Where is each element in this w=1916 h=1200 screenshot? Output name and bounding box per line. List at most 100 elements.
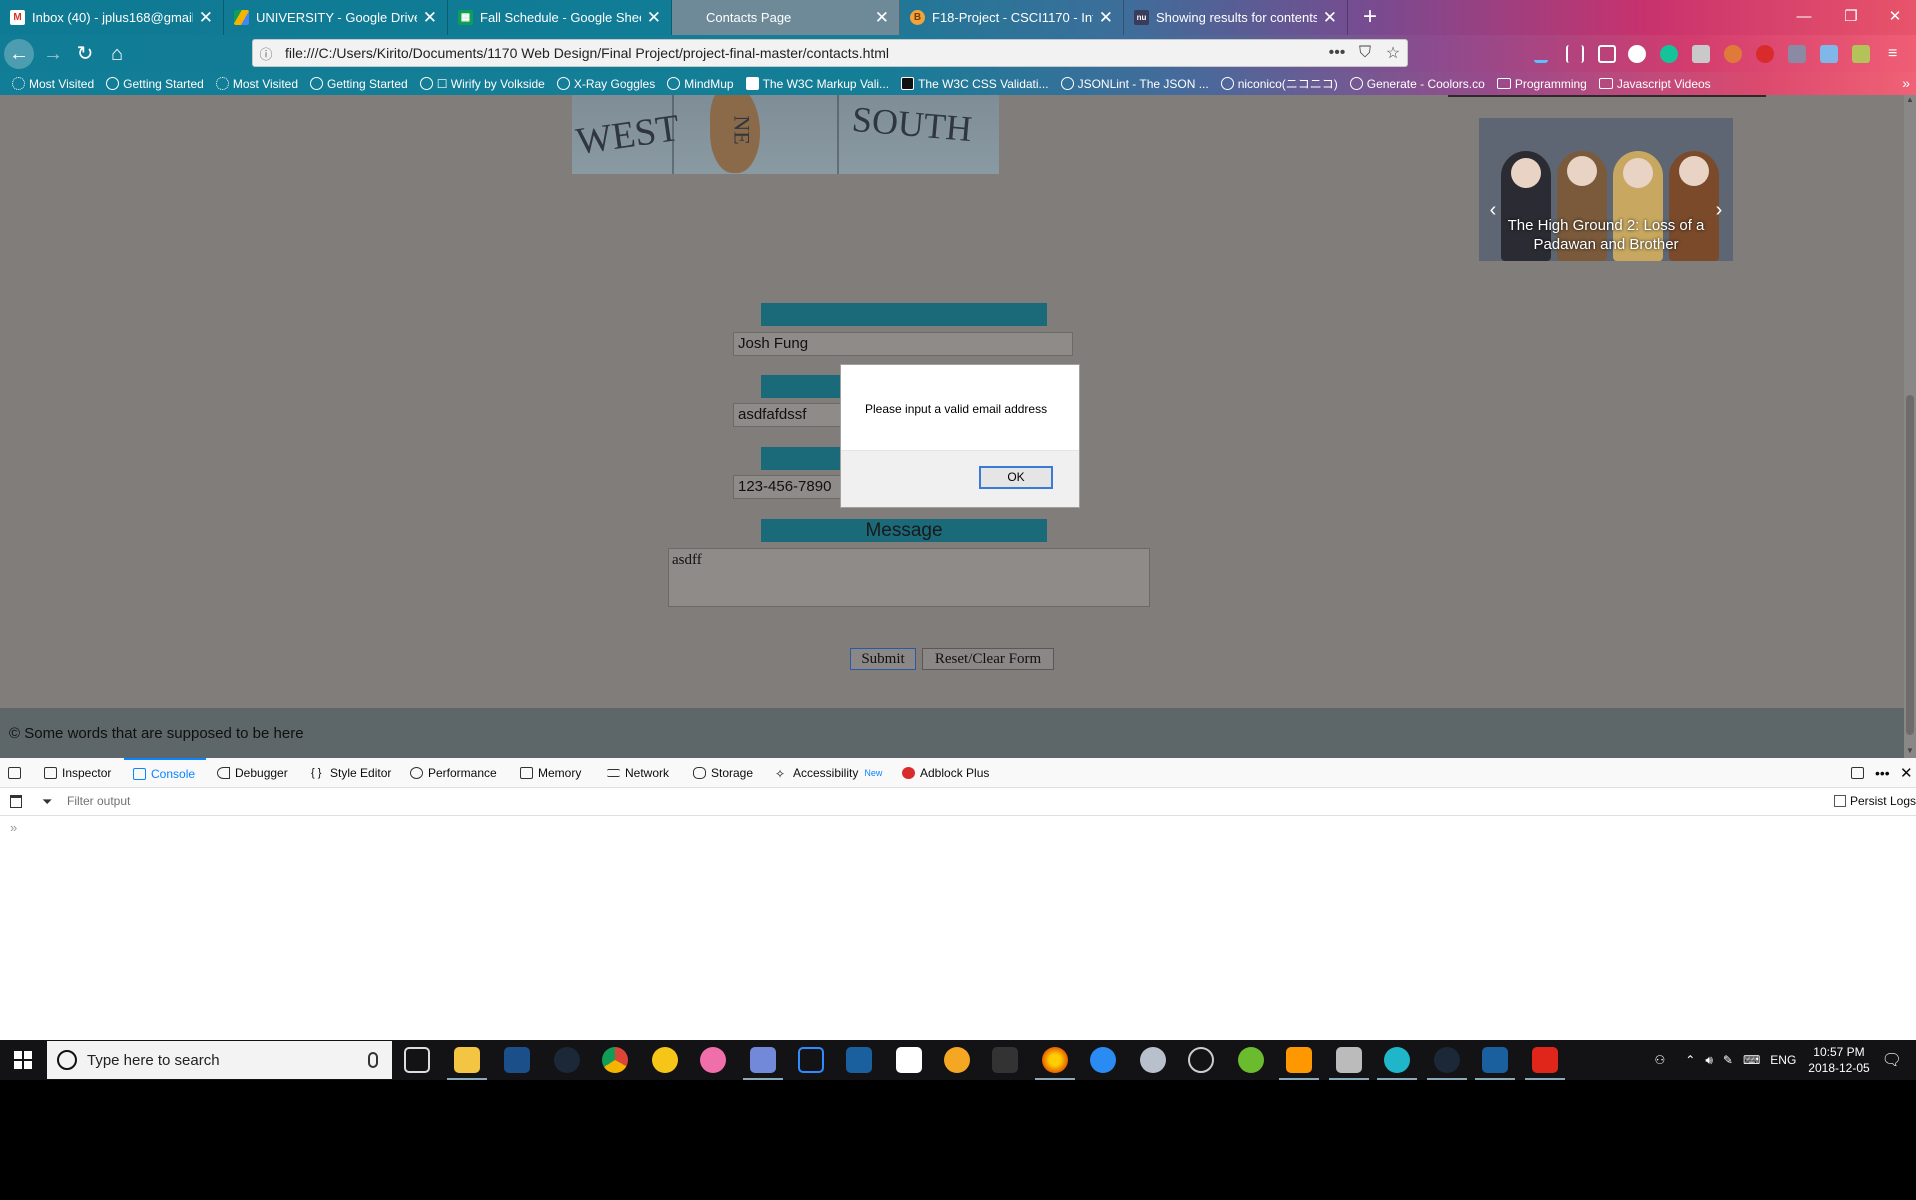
close-window-button[interactable]: ✕ — [1880, 5, 1910, 29]
extension-tool-icon[interactable] — [1852, 45, 1870, 63]
bookmark-item[interactable]: The W3C CSS Validati... — [901, 77, 1049, 91]
chat-app-icon[interactable] — [1377, 1047, 1417, 1080]
bookmark-item[interactable]: Most Visited — [12, 77, 94, 91]
devtools-tab-inspector[interactable]: Inspector — [44, 758, 111, 788]
close-tab-icon[interactable]: ✕ — [1323, 9, 1337, 26]
microphone-icon[interactable] — [368, 1052, 378, 1068]
keyboard-icon[interactable]: ⌨ — [1743, 1053, 1760, 1067]
visual-studio-running-icon[interactable] — [1475, 1047, 1515, 1080]
extension-dark-reader-icon[interactable] — [1628, 45, 1646, 63]
bookmark-item[interactable]: Generate - Coolors.co — [1349, 77, 1485, 91]
volume-icon[interactable]: 🔊︎ — [1705, 1053, 1713, 1068]
devtools-tab-accessibility[interactable]: ✧ Accessibility New — [775, 758, 882, 788]
bookmark-item[interactable]: The W3C Markup Vali... — [745, 77, 889, 91]
file-explorer-icon[interactable] — [447, 1047, 487, 1080]
bookmark-item[interactable]: Most Visited — [215, 77, 298, 91]
extension-grammarly-icon[interactable] — [1660, 45, 1678, 63]
books-app-icon[interactable] — [896, 1047, 922, 1073]
bookmark-item[interactable]: Getting Started — [310, 77, 408, 91]
devtools-tab-style-editor[interactable]: { } Style Editor — [311, 758, 391, 788]
bookmark-item[interactable]: JSONLint - The JSON ... — [1060, 77, 1209, 91]
tab-gmail[interactable]: M Inbox (40) - jplus168@gmail.co ✕ — [0, 0, 224, 35]
restore-button[interactable]: ❐ — [1836, 5, 1866, 29]
close-tab-icon[interactable]: ✕ — [199, 9, 213, 26]
clear-console-icon[interactable] — [10, 795, 22, 808]
reload-button[interactable]: ↻ — [70, 39, 100, 69]
devtools-more-button[interactable]: ••• — [1875, 758, 1890, 788]
chrome-icon[interactable] — [602, 1047, 628, 1073]
start-button[interactable] — [0, 1040, 46, 1080]
sublime-text-icon[interactable] — [1279, 1047, 1319, 1080]
adblock-plus-icon[interactable] — [1756, 45, 1774, 63]
notepad-icon[interactable] — [1329, 1047, 1369, 1080]
page-scrollbar[interactable]: ▲ ▼ — [1904, 95, 1916, 758]
input-language[interactable]: ENG — [1770, 1053, 1796, 1067]
minimize-button[interactable]: — — [1789, 5, 1819, 29]
image-carousel[interactable]: ‹ › The High Ground 2: Loss of a Padawan… — [1479, 118, 1733, 261]
devtools-tab-debugger[interactable]: Debugger — [217, 758, 288, 788]
close-tab-icon[interactable]: ✕ — [647, 9, 661, 26]
tab-bitbucket[interactable]: B F18-Project - CSCI1170 - Intro t ✕ — [900, 0, 1124, 35]
discord-icon[interactable] — [743, 1047, 783, 1080]
tab-google-sheets[interactable]: ▦ Fall Schedule - Google Sheets ✕ — [448, 0, 672, 35]
tab-contacts-page[interactable]: Contacts Page ✕ — [672, 0, 900, 35]
bookmark-folder[interactable]: Programming — [1496, 77, 1587, 91]
bookmark-item[interactable]: X-Ray Goggles — [556, 77, 655, 91]
uplay-icon[interactable] — [1090, 1047, 1116, 1073]
league-icon[interactable] — [504, 1047, 530, 1073]
devtools-tab-console[interactable]: Console — [124, 758, 206, 788]
scroll-up-icon[interactable]: ▲ — [1904, 95, 1916, 107]
forward-button[interactable]: → — [38, 39, 68, 69]
bookmark-item[interactable]: MindMup — [667, 77, 734, 91]
new-tab-button[interactable]: + — [1356, 3, 1384, 31]
ok-button[interactable]: OK — [979, 466, 1053, 489]
message-textarea[interactable]: asdff — [668, 548, 1150, 607]
library-icon[interactable] — [1566, 45, 1584, 63]
page-actions-button[interactable]: ••• — [1323, 44, 1351, 62]
scrollbar-thumb[interactable] — [1906, 395, 1914, 735]
devtools-tab-network[interactable]: Network — [607, 758, 669, 788]
tab-google-drive[interactable]: UNIVERSITY - Google Drive ✕ — [224, 0, 448, 35]
close-devtools-button[interactable]: ✕ — [1900, 758, 1913, 788]
vegas-icon[interactable] — [798, 1047, 824, 1073]
filter-output-input[interactable]: Filter output — [67, 794, 130, 808]
firefox-icon[interactable] — [1035, 1047, 1075, 1080]
sidebar-icon[interactable] — [1598, 45, 1616, 63]
acrobat-icon[interactable] — [1525, 1047, 1565, 1080]
bookmark-item[interactable]: ☐ Wirify by Volkside — [419, 77, 545, 91]
show-hidden-icons[interactable]: ⌃ — [1685, 1053, 1695, 1067]
obs-icon[interactable] — [1188, 1047, 1214, 1073]
devtools-tab-storage[interactable]: Storage — [693, 758, 753, 788]
reset-button[interactable]: Reset/Clear Form — [922, 648, 1054, 670]
bookmark-item[interactable]: niconico(ニコニコ) — [1220, 75, 1338, 92]
bookmarks-overflow-button[interactable]: » — [1902, 72, 1910, 95]
extension-blocker-icon[interactable] — [1724, 45, 1742, 63]
pen-icon[interactable]: ✎ — [1723, 1053, 1733, 1067]
extension-icon[interactable] — [1692, 45, 1710, 63]
downloads-icon[interactable] — [1534, 45, 1548, 63]
menu-icon[interactable]: ≡ — [1888, 45, 1906, 63]
site-info-icon[interactable]: ⓘ — [253, 44, 279, 63]
steam-running-icon[interactable] — [1427, 1047, 1467, 1080]
back-button[interactable]: ← — [4, 39, 34, 69]
close-tab-icon[interactable]: ✕ — [1099, 9, 1113, 26]
name-input[interactable]: Josh Fung — [733, 332, 1073, 356]
devtools-tab-adblock-plus[interactable]: Adblock Plus — [902, 758, 989, 788]
system-clock[interactable]: 10:57 PM 2018-12-05 — [1808, 1044, 1869, 1076]
pso2-icon[interactable] — [992, 1047, 1018, 1073]
visual-studio-icon[interactable] — [846, 1047, 872, 1073]
persist-logs-checkbox[interactable] — [1833, 795, 1846, 807]
devtools-tab-performance[interactable]: Performance — [410, 758, 497, 788]
bookmark-item[interactable]: Getting Started — [106, 77, 204, 91]
url-text[interactable]: file:///C:/Users/Kirito/Documents/1170 W… — [279, 45, 1323, 61]
norton-icon[interactable] — [652, 1047, 678, 1073]
bookmark-star-icon[interactable]: ☆ — [1379, 43, 1407, 63]
close-tab-icon[interactable]: ✕ — [423, 9, 437, 26]
tab-search-results[interactable]: nu Showing results for contents o ✕ — [1124, 0, 1348, 35]
bookmark-folder[interactable]: Javascript Videos — [1598, 77, 1711, 91]
task-view-icon[interactable] — [404, 1047, 430, 1073]
extension-puzzle-icon[interactable] — [1788, 45, 1806, 63]
utorrent-icon[interactable] — [1238, 1047, 1264, 1073]
console-prompt[interactable]: » — [10, 820, 17, 835]
osu-icon[interactable] — [700, 1047, 726, 1073]
